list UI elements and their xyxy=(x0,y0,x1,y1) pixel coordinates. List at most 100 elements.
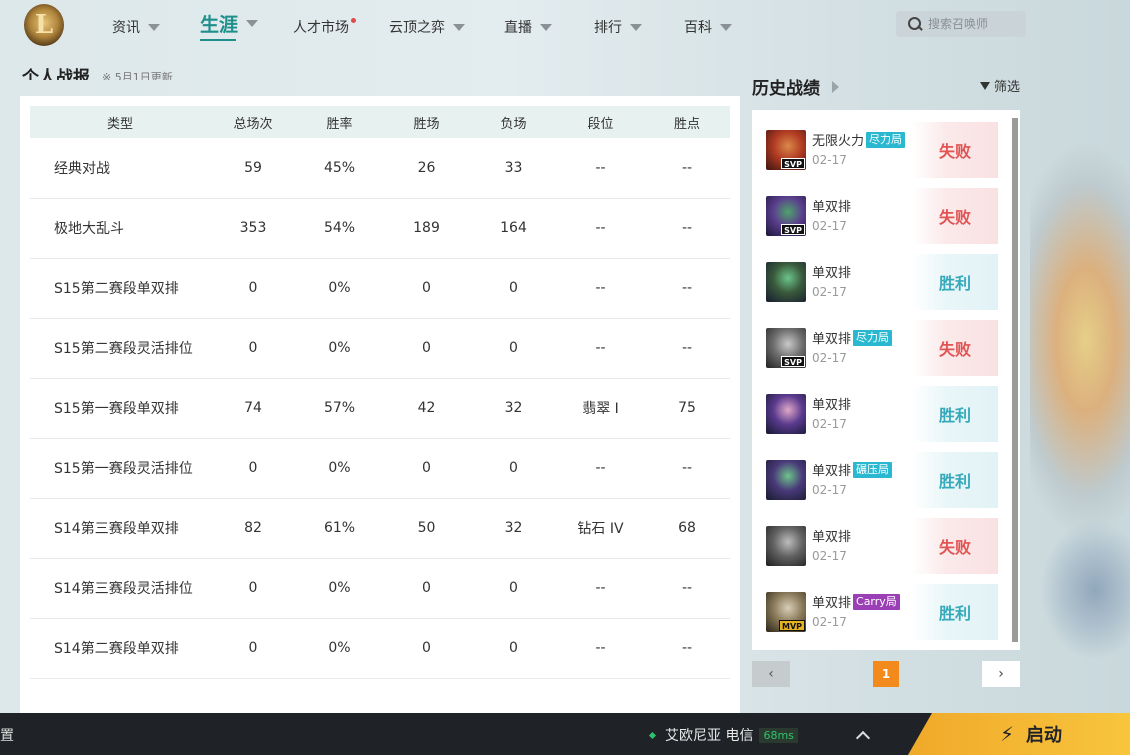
cell-winrate: 0% xyxy=(296,558,383,619)
filter-button[interactable]: 筛选 xyxy=(980,76,1020,95)
cell-lp: 75 xyxy=(644,378,730,439)
summoner-search[interactable] xyxy=(896,11,1026,37)
cell-winrate: 57% xyxy=(296,378,383,439)
page-number-current[interactable]: 1 xyxy=(873,661,899,687)
stats-header-row: 类型 总场次 胜率 胜场 负场 段位 胜点 xyxy=(30,106,730,138)
settings-label[interactable]: 置 xyxy=(0,725,14,745)
filter-icon xyxy=(980,81,990,90)
match-item[interactable]: SVP 无限火力 尽力局 02-17 失败 xyxy=(766,122,998,178)
champion-avatar: SVP xyxy=(766,130,806,170)
cell-rank: 钻石 IV xyxy=(557,498,644,559)
nav-live[interactable]: 直播 xyxy=(504,16,552,38)
prev-page-button[interactable]: ‹ xyxy=(752,661,790,687)
match-date: 02-17 xyxy=(812,549,847,563)
chevron-right-icon xyxy=(832,80,839,93)
chevron-down-icon xyxy=(720,23,732,31)
match-tag: 尽力局 xyxy=(853,329,893,346)
col-type: 类型 xyxy=(30,106,210,138)
launch-button[interactable]: ⚡ 启动 xyxy=(908,713,1130,755)
cell-wins: 0 xyxy=(383,558,470,619)
filter-label: 筛选 xyxy=(994,80,1021,95)
match-result: 失败 xyxy=(912,122,998,178)
cell-lp: -- xyxy=(644,198,730,259)
history-scrollbar[interactable] xyxy=(1012,118,1018,642)
match-mode-label: 单双排 xyxy=(812,200,852,215)
cell-wins: 0 xyxy=(383,318,470,379)
ping-badge: 68ms xyxy=(759,727,798,743)
table-row: S15第一赛段单双排 74 57% 42 32 翡翠 I 75 xyxy=(30,378,730,439)
champion-avatar: SVP xyxy=(766,328,806,368)
nav-news-label: 资讯 xyxy=(112,20,140,36)
nav-ranking[interactable]: 排行 xyxy=(594,16,642,38)
table-row: S14第三赛段灵活排位 0 0% 0 0 -- -- xyxy=(30,558,730,619)
match-tag: 尽力局 xyxy=(866,131,906,148)
nav-wiki[interactable]: 百科 xyxy=(684,16,732,38)
match-item[interactable]: SVP 单双排 02-17 失败 xyxy=(766,188,998,244)
server-status-icon xyxy=(648,731,657,739)
match-result: 胜利 xyxy=(912,584,998,640)
chevron-up-icon[interactable] xyxy=(855,730,871,746)
cell-wins: 0 xyxy=(383,258,470,319)
champion-avatar: MVP xyxy=(766,592,806,632)
match-item[interactable]: MVP 单双排 Carry局 02-17 胜利 xyxy=(766,584,998,640)
stats-panel: 类型 总场次 胜率 胜场 负场 段位 胜点 经典对战 59 45% 26 33 -- -- 极… xyxy=(20,96,740,716)
cell-rank: -- xyxy=(557,258,644,319)
history-title-label: 历史战绩 xyxy=(752,79,820,99)
cell-total: 0 xyxy=(210,618,296,679)
match-item[interactable]: SVP 单双排 尽力局 02-17 失败 xyxy=(766,320,998,376)
champion-avatar xyxy=(766,262,806,302)
lightning-icon: ⚡ xyxy=(999,722,1015,746)
history-title[interactable]: 历史战绩 xyxy=(752,74,839,99)
match-tag: 碾压局 xyxy=(853,461,893,478)
match-mode: 单双排 Carry局 xyxy=(812,592,900,611)
stats-section-subtitle: ※ 5月1日更新 xyxy=(102,71,173,80)
search-input[interactable] xyxy=(928,17,1023,31)
match-mode-label: 无限火力 xyxy=(812,134,865,149)
cell-total: 353 xyxy=(210,198,296,259)
nav-news[interactable]: 资讯 xyxy=(112,16,160,38)
cell-lp: -- xyxy=(644,438,730,499)
match-item[interactable]: 单双排 02-17 失败 xyxy=(766,518,998,574)
match-mode: 单双排 xyxy=(812,526,851,545)
nav-talent-market[interactable]: 人才市场 xyxy=(293,16,356,38)
next-page-button[interactable]: › xyxy=(982,661,1020,687)
col-lp: 胜点 xyxy=(644,106,730,138)
notification-dot xyxy=(351,18,356,23)
champion-avatar xyxy=(766,394,806,434)
match-result: 失败 xyxy=(912,320,998,376)
table-fade xyxy=(20,676,740,716)
cell-type: 极地大乱斗 xyxy=(30,198,210,259)
match-date: 02-17 xyxy=(812,351,847,365)
cell-lp: -- xyxy=(644,318,730,379)
cell-rank: -- xyxy=(557,198,644,259)
server-status[interactable]: 艾欧尼亚 电信 68ms xyxy=(648,725,798,745)
cell-losses: 0 xyxy=(470,258,557,319)
cell-total: 0 xyxy=(210,258,296,319)
nav-career[interactable]: 生涯 xyxy=(200,12,259,41)
match-mode: 单双排 xyxy=(812,394,851,413)
cell-losses: 33 xyxy=(470,138,557,199)
match-mode-label: 单双排 xyxy=(812,332,852,347)
lol-logo[interactable]: L xyxy=(24,4,64,46)
match-mode: 单双排 xyxy=(812,262,851,281)
match-item[interactable]: 单双排 02-17 胜利 xyxy=(766,254,998,310)
cell-lp: 68 xyxy=(644,498,730,559)
cell-type: S15第二赛段灵活排位 xyxy=(30,318,210,379)
match-mode: 单双排 碾压局 xyxy=(812,460,893,479)
cell-wins: 0 xyxy=(383,438,470,499)
active-underline xyxy=(200,39,237,41)
performance-badge: SVP xyxy=(781,356,805,367)
col-rank: 段位 xyxy=(557,106,644,138)
cell-wins: 189 xyxy=(383,198,470,259)
background-art-bottom xyxy=(1040,520,1130,660)
background-art xyxy=(1030,140,1130,540)
table-row: 极地大乱斗 353 54% 189 164 -- -- xyxy=(30,198,730,259)
match-result: 胜利 xyxy=(912,254,998,310)
match-item[interactable]: 单双排 碾压局 02-17 胜利 xyxy=(766,452,998,508)
match-item[interactable]: 单双排 02-17 胜利 xyxy=(766,386,998,442)
cell-winrate: 0% xyxy=(296,318,383,379)
cell-rank: -- xyxy=(557,138,644,199)
nav-tft[interactable]: 云顶之弈 xyxy=(389,16,465,38)
cell-winrate: 61% xyxy=(296,498,383,559)
champion-avatar xyxy=(766,526,806,566)
